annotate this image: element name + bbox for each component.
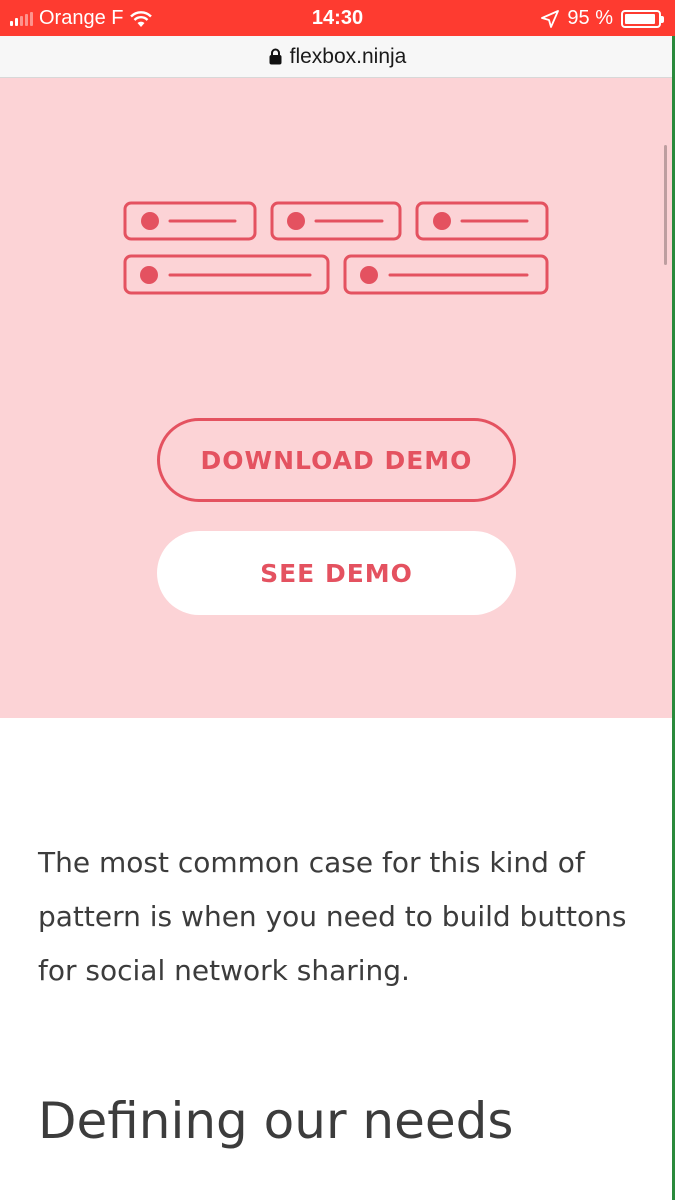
status-bar: Orange F 14:30 95 % [0,0,675,36]
scroll-indicator[interactable] [664,145,667,265]
battery-icon [621,9,664,28]
hero-section [0,78,675,718]
status-right: 95 % [541,7,664,30]
location-arrow-icon [541,9,560,28]
url-text: flexbox.ninja [289,44,407,68]
url-bar[interactable]: flexbox.ninja [0,36,675,78]
battery-percent: 95 % [567,7,613,29]
social-buttons-illustration [123,201,549,295]
section-heading: Defining our needs [38,1092,514,1150]
battery-level [625,13,656,24]
download-demo-button[interactable]: DOWNLOAD DEMO [157,418,516,502]
lock-icon [269,48,282,65]
see-demo-button[interactable]: SEE DEMO [157,531,516,615]
intro-paragraph: The most common case for this kind of pa… [38,846,627,987]
